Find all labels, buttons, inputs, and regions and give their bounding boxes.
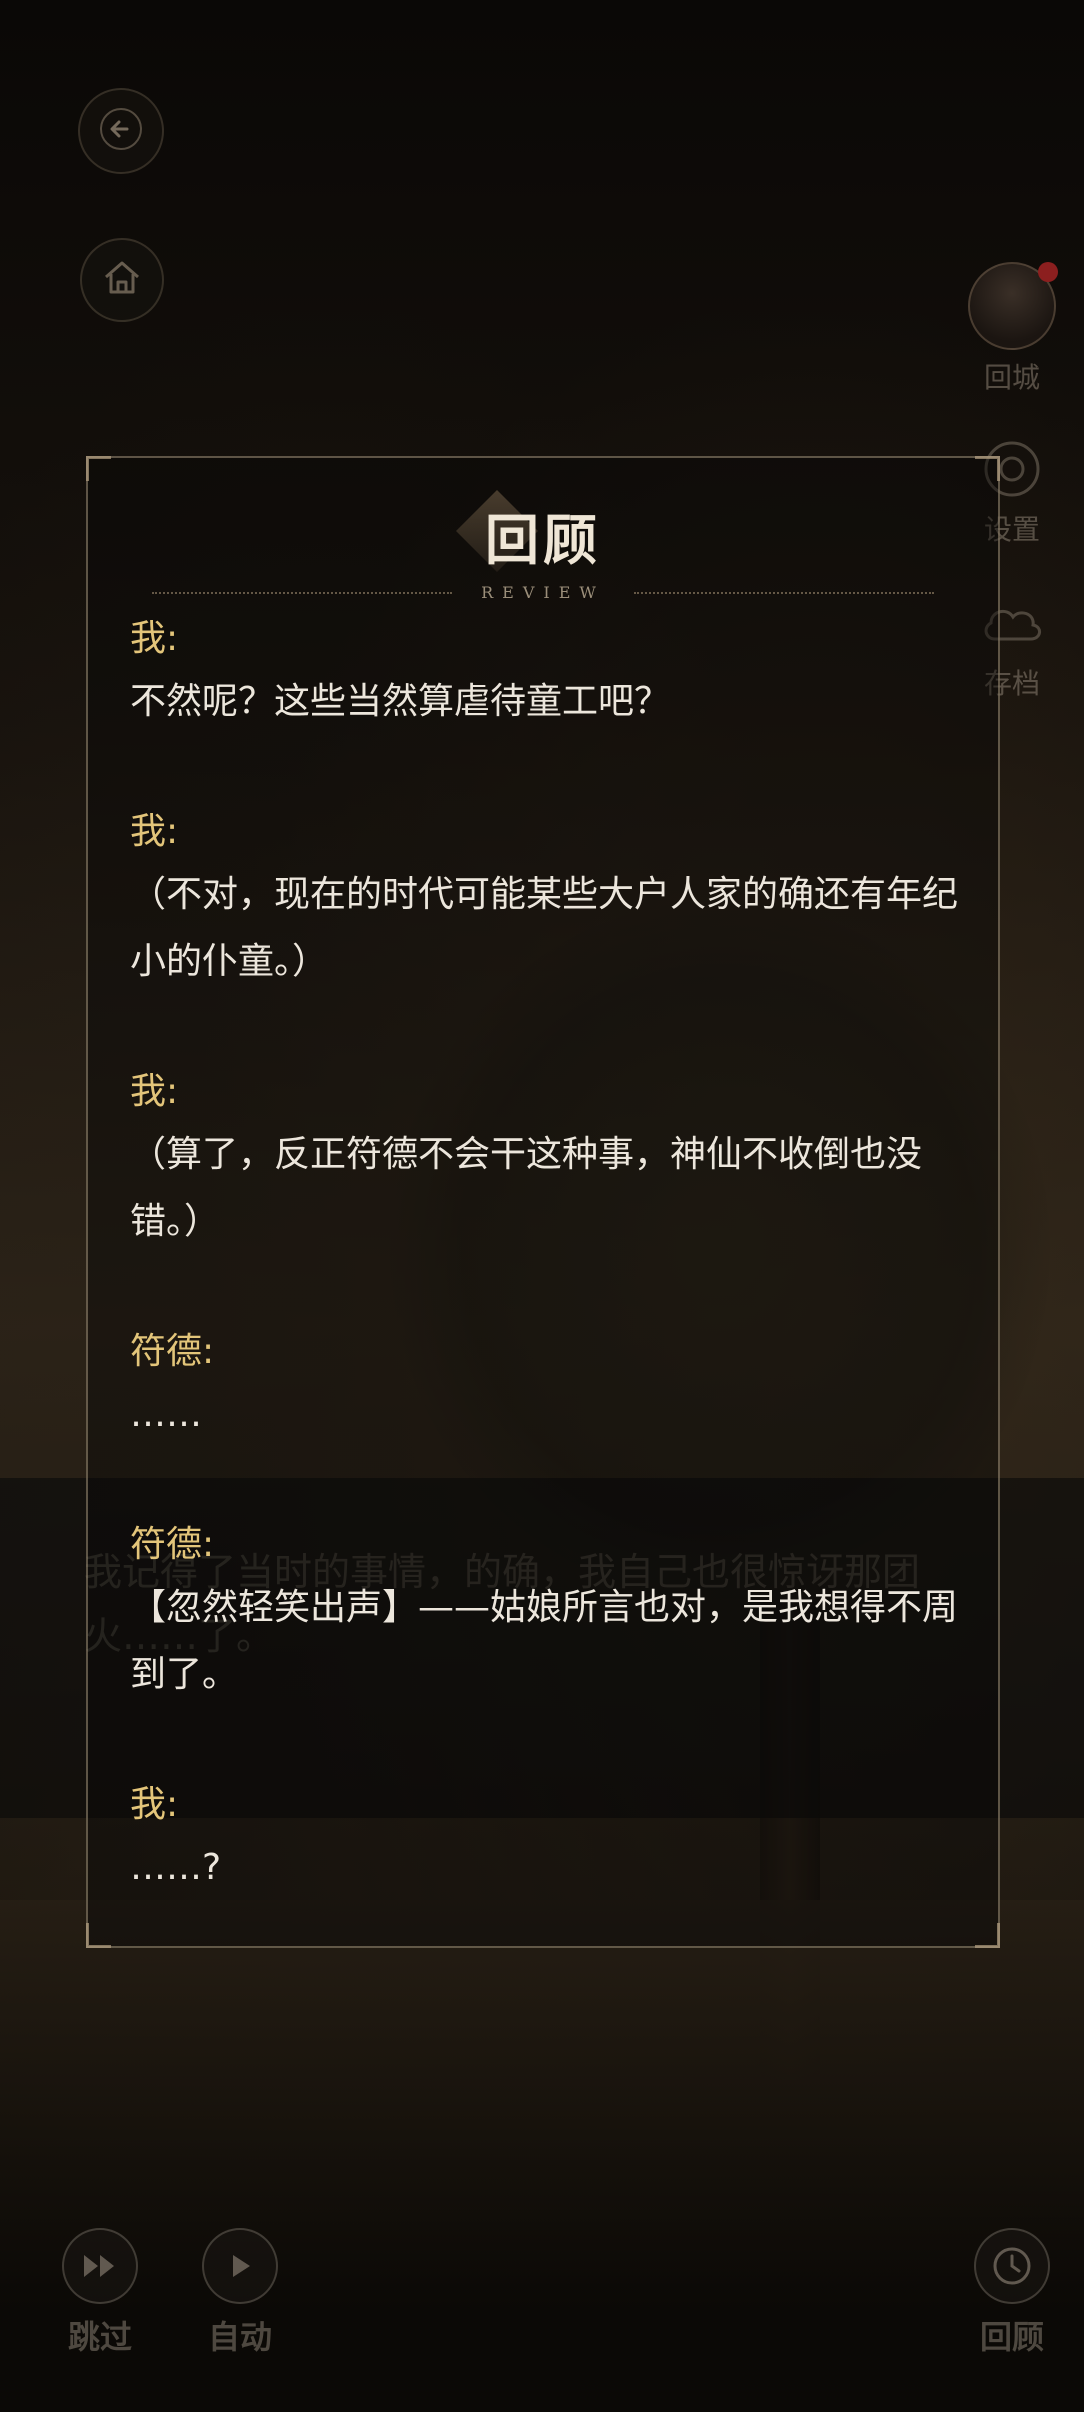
- clock-icon: [974, 2228, 1050, 2304]
- panel-subtitle: REVIEW: [481, 583, 605, 602]
- skip-button[interactable]: 跳过: [52, 2228, 148, 2358]
- dialogue-text: ……?: [130, 1847, 222, 1888]
- dialogue-text: ……: [130, 1394, 202, 1435]
- corner-ornament: [86, 1923, 111, 1948]
- character-avatar: [968, 262, 1058, 350]
- speaker-name: 符德:: [130, 1524, 215, 1565]
- review-entry: 符德: ……: [130, 1323, 970, 1448]
- review-log-list[interactable]: 我: 不然呢？这些当然算虐待童工吧？ 我: （不对，现在的时代可能某些大户人家的…: [130, 606, 970, 1969]
- auto-button[interactable]: 自动: [192, 2228, 288, 2358]
- back-arrow-icon: [97, 105, 145, 157]
- corner-ornament: [975, 1923, 1000, 1948]
- dotted-divider: [633, 591, 934, 594]
- auto-label: 自动: [207, 2318, 272, 2356]
- review-entry: 我: （算了，反正符德不会干这种事，神仙不收倒也没错。）: [130, 1063, 970, 1255]
- play-icon: [202, 2228, 278, 2304]
- dialogue-text: （算了，反正符德不会干这种事，神仙不收倒也没错。）: [130, 1134, 923, 1242]
- skip-label: 跳过: [67, 2318, 132, 2356]
- review-label: 回顾: [979, 2318, 1044, 2356]
- game-screen: 我记得了当时的事情，的确，我自己也很惊讶那团火……了。 回城 设置 存档 跳过 …: [0, 0, 1084, 2412]
- home-button[interactable]: [80, 238, 164, 322]
- speaker-name: 我:: [130, 618, 179, 659]
- speaker-name: 我:: [130, 1071, 179, 1112]
- back-button[interactable]: [78, 88, 164, 174]
- corner-ornament: [86, 456, 111, 481]
- corner-ornament: [975, 456, 1000, 481]
- side-menu-label: 回城: [983, 361, 1040, 394]
- dialogue-text: （不对，现在的时代可能某些大户人家的确还有年纪小的仆童。）: [130, 874, 959, 982]
- dialogue-text: 【忽然轻笑出声】——姑娘所言也对，是我想得不周到了。: [130, 1587, 959, 1695]
- review-entry: 我: （不对，现在的时代可能某些大户人家的确还有年纪小的仆童。）: [130, 803, 970, 995]
- review-entry: 我: 不然呢？这些当然算虐待童工吧？: [130, 610, 970, 735]
- panel-title: 回顾: [485, 508, 601, 572]
- dialogue-text: 不然呢？这些当然算虐待童工吧？: [130, 681, 671, 722]
- home-icon: [99, 255, 145, 305]
- speaker-name: 符德:: [130, 1331, 215, 1372]
- notification-dot: [1038, 262, 1058, 282]
- speaker-name: 我:: [130, 811, 179, 852]
- speaker-name: 我:: [130, 1784, 179, 1825]
- fast-forward-icon: [62, 2228, 138, 2304]
- panel-subtitle-row: REVIEW: [88, 582, 998, 602]
- review-entry: 我: ……?: [130, 1776, 970, 1901]
- side-menu-character[interactable]: 回城: [962, 262, 1062, 396]
- review-panel[interactable]: 回顾 REVIEW 我: 不然呢？这些当然算虐待童工吧？ 我: （不对，现在的时…: [86, 456, 1000, 1948]
- background-ground: [0, 1900, 1084, 2412]
- dotted-divider: [152, 591, 453, 594]
- review-entry: 符德: 【忽然轻笑出声】——姑娘所言也对，是我想得不周到了。: [130, 1516, 970, 1708]
- review-button[interactable]: 回顾: [964, 2228, 1060, 2358]
